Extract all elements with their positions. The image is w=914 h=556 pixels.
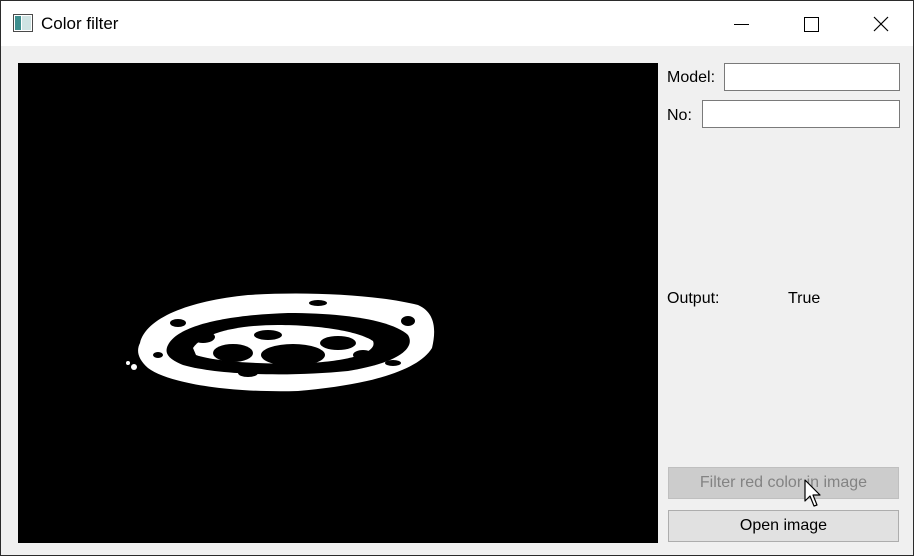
close-icon [873,16,889,32]
model-field[interactable] [724,63,900,91]
app-window-icon [13,14,33,32]
maximize-button[interactable] [781,1,839,46]
filter-red-button[interactable]: Filter red color in image [668,467,899,499]
output-value: True [788,290,821,307]
minimize-button[interactable] [711,1,769,46]
maximize-icon [804,17,819,32]
window-title: Color filter [41,14,119,33]
minimize-icon [734,24,749,25]
mouse-pointer-icon [804,479,824,509]
open-image-button[interactable]: Open image [668,510,899,542]
close-button[interactable] [851,1,909,46]
model-label: Model: [667,69,716,86]
image-preview [18,63,658,543]
output-label: Output: [667,290,720,307]
app-window: Color filter Model: No: Output: True Fil… [0,0,914,556]
no-field[interactable] [702,100,900,128]
filtered-mask-image [18,63,658,543]
no-label: No: [667,107,692,124]
title-bar[interactable]: Color filter [1,1,913,46]
